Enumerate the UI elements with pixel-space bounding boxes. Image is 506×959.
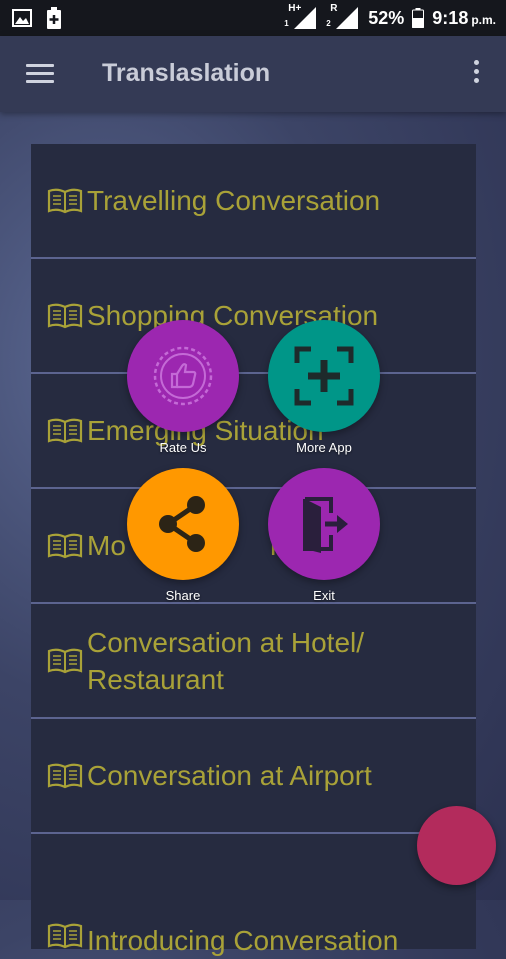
share-icon <box>159 496 205 552</box>
list-item-emerging-situation[interactable]: Emerging Situation <box>31 374 476 489</box>
rate-us-button[interactable]: Rate Us <box>127 320 239 455</box>
list-item-partially-hidden[interactable]: Mo nve <box>31 489 476 604</box>
list-item-label: Conversation at Airport <box>87 760 372 791</box>
clock-time: 9:18 <box>432 7 469 28</box>
book-icon <box>47 648 83 673</box>
more-app-label: More App <box>296 440 352 455</box>
gallery-icon <box>12 9 32 27</box>
battery-icon <box>412 8 425 28</box>
share-circle[interactable] <box>127 468 239 580</box>
list-item-travelling-conversation[interactable]: Travelling Conversation <box>31 144 476 259</box>
floating-action-button[interactable] <box>417 806 496 885</box>
book-icon <box>47 303 83 328</box>
signal-sim2-icon: R 2 <box>326 3 360 31</box>
list-item-label-line1: Conversation at Hotel/ <box>87 626 365 658</box>
page-title: Translaslation <box>102 59 271 87</box>
book-icon <box>47 923 83 949</box>
clock-ampm: p.m. <box>471 13 496 27</box>
list-item-airport[interactable]: Conversation at Airport <box>31 719 476 834</box>
list-item-label-line2: Restaurant <box>87 663 224 695</box>
book-icon <box>47 188 83 213</box>
sim1-label: 1 <box>284 19 289 28</box>
more-app-button[interactable]: More App <box>268 320 380 455</box>
book-icon <box>47 763 83 788</box>
thumbs-up-badge-icon <box>153 346 213 406</box>
share-label: Share <box>165 588 201 603</box>
list-item-introducing-conversation[interactable]: Introducing Conversation <box>31 834 476 956</box>
exit-circle[interactable] <box>268 468 380 580</box>
exit-door-icon <box>303 497 348 553</box>
status-bar: H+ 1 R 2 52% 9:18 p.m. <box>0 0 506 36</box>
list-item-label: Conversation at Hotel/ Restaurant <box>87 624 364 698</box>
rate-us-label: Rate Us <box>159 440 207 455</box>
add-scan-icon <box>294 346 354 406</box>
book-icon <box>47 418 83 443</box>
list-item-shopping-conversation[interactable]: Shopping Conversation <box>31 259 476 374</box>
battery-plus-icon <box>46 7 62 29</box>
list-item-hotel-restaurant[interactable]: Conversation at Hotel/ Restaurant <box>31 604 476 719</box>
app-bar: Translaslation <box>0 36 506 112</box>
book-icon <box>47 533 83 558</box>
sim2-label: 2 <box>326 19 331 28</box>
hamburger-menu-icon[interactable] <box>26 64 54 86</box>
signal-sim1-icon: H+ 1 <box>284 3 318 31</box>
exit-label: Exit <box>313 588 335 603</box>
list-item-label: Travelling Conversation <box>87 185 381 216</box>
list-item-label: Mo <box>87 530 126 561</box>
more-app-circle[interactable] <box>268 320 380 432</box>
share-button[interactable]: Share <box>127 468 239 603</box>
battery-percent: 52% <box>368 7 405 28</box>
exit-button[interactable]: Exit <box>268 468 380 603</box>
rate-us-circle[interactable] <box>127 320 239 432</box>
list-item-label: Introducing Conversation <box>87 925 399 956</box>
more-vert-icon[interactable] <box>466 60 486 90</box>
